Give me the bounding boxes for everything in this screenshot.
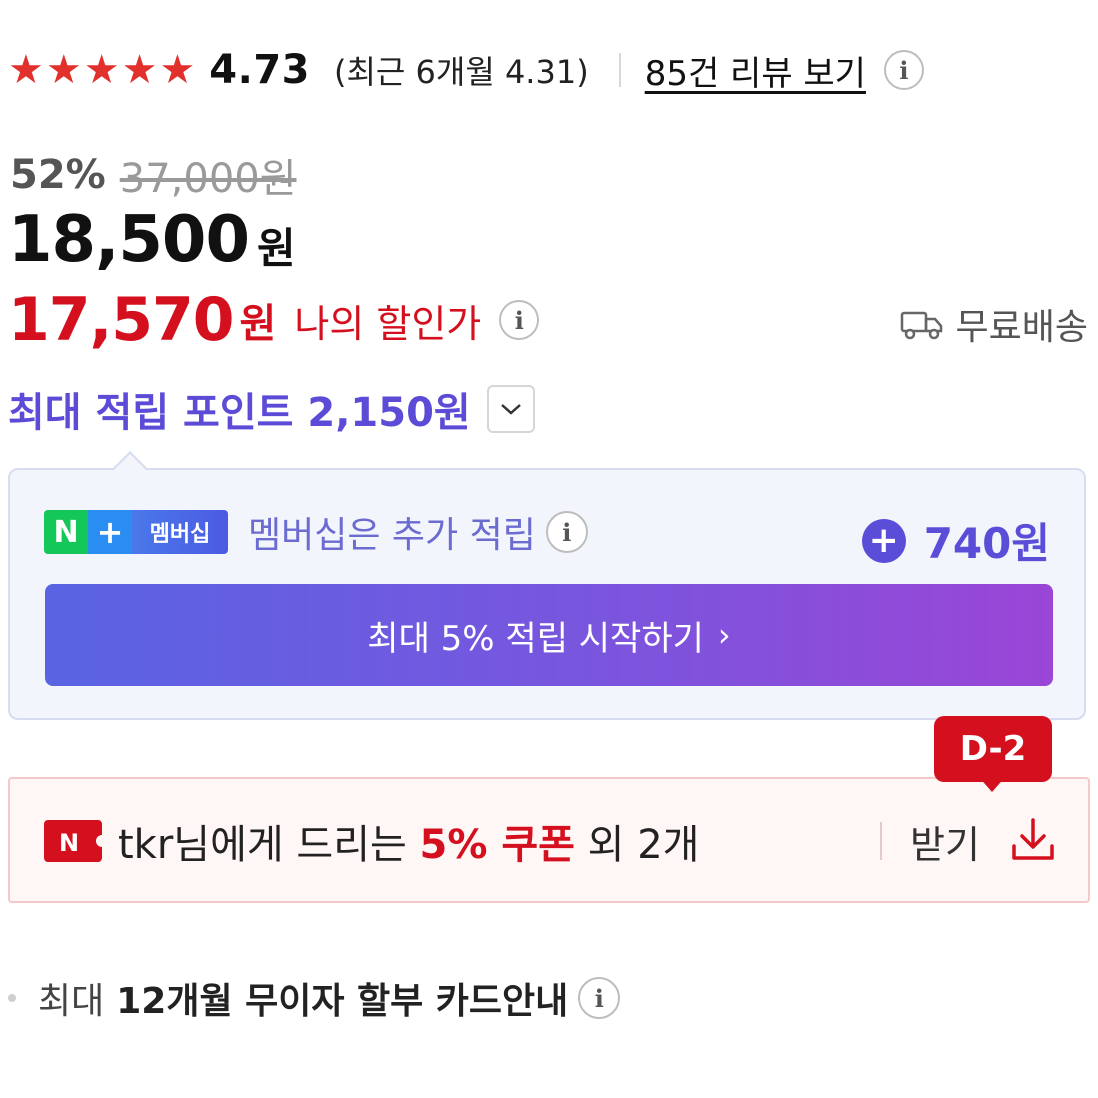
my-price-row: 17,570 원 나의 할인가 i [8,285,540,355]
star-icon: ★ [45,47,82,93]
shipping-info: 무료배송 [900,298,1088,350]
info-icon[interactable]: i [499,300,540,340]
naver-plus-membership-badge: N + 멤버십 [44,510,228,554]
max-points-label: 최대 적립 포인트 2,150원 [8,390,471,436]
sale-price-unit: 원 [256,223,296,273]
star-icon: ★ [159,47,196,93]
coupon-text-prefix: tkr님에게 드리는 [118,822,420,868]
star-icon: ★ [8,47,44,93]
naver-n-logo: N [44,510,88,554]
my-price-label: 나의 할인가 [294,301,482,346]
download-icon[interactable] [1008,814,1058,864]
original-price: 37,000원 [119,156,297,202]
dday-badge: D-2 [934,716,1052,782]
star-rating: ★ ★ ★ ★ ★ [8,50,195,90]
membership-extra-value-row: + 740원 [861,510,1050,571]
recent-rating: (최근 6개월 4.31) [334,53,589,91]
membership-extra-row: 멤버십은 추가 적립 i [248,506,588,558]
my-price-amount: 17,570 [8,285,235,355]
membership-badge-label: 멤버십 [132,510,228,554]
chevron-right-icon: › [717,616,731,654]
coupon-text-suffix: 외 2개 [574,822,700,868]
plus-icon: + [88,510,132,554]
chevron-down-icon [500,404,521,415]
divider [618,53,621,87]
rating-row: ★ ★ ★ ★ ★ 4.73 (최근 6개월 4.31) 85건 리뷰 보기 i [8,40,924,100]
membership-extra-value: 740원 [923,519,1050,568]
coupon-highlight: 5% 쿠폰 [419,822,575,868]
plus-circle-icon: + [861,518,906,563]
my-price-unit: 원 [239,301,277,347]
points-row: 최대 적립 포인트 2,150원 [8,380,535,438]
star-icon: ★ [83,47,120,93]
points-expand-button[interactable] [486,385,535,433]
rating-value: 4.73 [209,47,310,93]
naver-coupon-icon: N [44,820,102,862]
info-icon[interactable]: i [578,977,621,1019]
shipping-label: 무료배송 [955,307,1088,348]
coupon-text: tkr님에게 드리는 5% 쿠폰 외 2개 [118,812,699,870]
divider [880,822,882,860]
start-membership-label: 최대 5% 적립 시작하기 [367,618,704,659]
review-link[interactable]: 85건 리뷰 보기 [645,46,866,95]
installment-info: 최대 12개월 무이자 할부 카드안내 i [8,972,621,1024]
coupon-receive-label[interactable]: 받기 [910,814,980,869]
truck-icon [900,311,942,340]
installment-label: 12개월 무이자 할부 카드안내 [116,981,569,1022]
dday-badge-tail [978,776,1006,792]
svg-text:N: N [59,829,79,857]
start-membership-button[interactable]: 최대 5% 적립 시작하기 › [45,584,1053,686]
installment-prefix: 최대 [38,981,105,1022]
discount-rate: 52% [10,152,106,198]
sale-price: 18,500 원 [8,208,296,272]
discount-row: 52% 37,000원 [10,146,297,204]
membership-extra-label: 멤버십은 추가 적립 [248,515,536,556]
sale-price-amount: 18,500 [8,203,250,277]
info-icon[interactable]: i [545,511,588,553]
bullet [8,994,16,1002]
info-icon[interactable]: i [883,50,924,90]
star-icon: ★ [121,47,158,93]
